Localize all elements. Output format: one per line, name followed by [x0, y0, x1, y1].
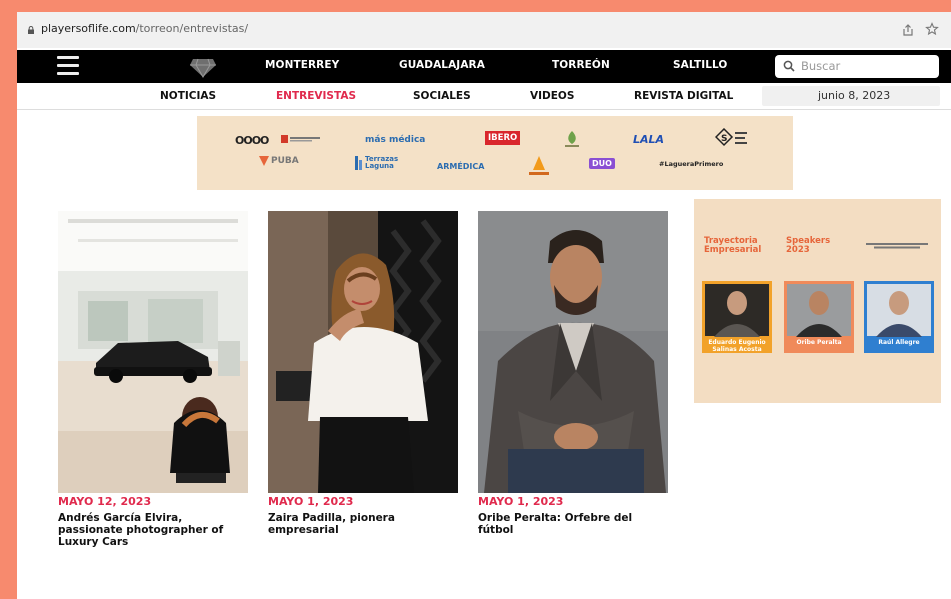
search-placeholder: Buscar	[801, 59, 841, 73]
sponsor-logo-lala: LALA	[633, 133, 665, 146]
article-date: MAYO 1, 2023	[478, 495, 564, 508]
sponsor-logo-duo: DUO	[589, 158, 615, 169]
speaker-photo	[784, 281, 854, 339]
nav-sociales[interactable]: SOCIALES	[413, 90, 471, 102]
sponsor-logo-s: S	[714, 127, 751, 150]
speaker-name: Oribe Peralta	[784, 339, 854, 353]
browser-page: playersoflife.com/torreon/entrevistas/ M…	[17, 12, 951, 599]
sponsor-logo-laguera: #LagueraPrimero	[659, 160, 724, 168]
nav-entrevistas[interactable]: ENTREVISTAS	[276, 90, 356, 102]
sponsor-logo-ibero: IBERO	[485, 131, 521, 145]
article-date: MAYO 1, 2023	[268, 495, 354, 508]
url-text[interactable]: playersoflife.com/torreon/entrevistas/	[41, 22, 248, 35]
sponsor-logo-terrazas: Terrazas Laguna	[355, 156, 405, 170]
nav-city-saltillo[interactable]: SALTILLO	[673, 59, 727, 71]
sponsor-logo-plant	[561, 128, 583, 150]
ad-heading-speakers: Speakers 2023	[786, 236, 831, 255]
nav-revista-digital[interactable]: REVISTA DIGITAL	[634, 90, 733, 102]
speaker-photo	[702, 281, 772, 339]
article-photo[interactable]	[478, 211, 668, 493]
sponsor-logo-club	[281, 134, 321, 144]
speaker-photo	[864, 281, 934, 339]
speaker-name: Raúl Allegre	[864, 339, 934, 353]
nav-city-monterrey[interactable]: MONTERREY	[265, 59, 339, 71]
article-title[interactable]: Andrés García Elvira, passionate photogr…	[58, 512, 248, 548]
nav-city-torreon[interactable]: TORREÓN	[552, 59, 610, 71]
menu-icon[interactable]	[57, 56, 79, 76]
speaker-card: Oribe Peralta	[784, 281, 854, 355]
sponsor-logo-mas-medica: más médica	[365, 135, 426, 145]
sponsor-logo-puba: PUBA	[259, 156, 299, 166]
sponsor-logo-flame	[525, 154, 553, 178]
photo-showroom-car	[58, 211, 248, 493]
article-title[interactable]: Zaira Padilla, pionera empresarial	[268, 512, 458, 536]
section-navigation: NOTICIAS ENTREVISTAS SOCIALES VIDEOS REV…	[17, 84, 951, 110]
address-bar[interactable]: playersoflife.com/torreon/entrevistas/	[17, 12, 951, 48]
article-date: MAYO 12, 2023	[58, 495, 152, 508]
sponsor-logo-puba-text: PUBA	[271, 156, 299, 166]
lock-icon	[28, 26, 34, 34]
sponsor-logo-audi: OOOO	[235, 134, 269, 147]
current-date-text: junio 8, 2023	[818, 89, 891, 102]
speaker-name: Eduardo Eugenio Salinas Acosta	[702, 339, 772, 353]
sponsor-banner[interactable]: OOOO más médica IBERO LALA S PUBA Terraz…	[197, 116, 793, 190]
search-box[interactable]: Buscar	[775, 55, 939, 78]
city-navigation: MONTERREY GUADALAJARA TORREÓN SALTILLO B…	[17, 50, 951, 83]
speakers-ad[interactable]: Trayectoria Empresarial Speakers 2023 Ed…	[694, 199, 941, 403]
search-icon	[783, 60, 795, 72]
nav-noticias[interactable]: NOTICIAS	[160, 90, 216, 102]
article-photo[interactable]	[268, 211, 458, 493]
speaker-card: Eduardo Eugenio Salinas Acosta	[702, 281, 772, 355]
share-icon[interactable]	[901, 23, 915, 37]
sponsor-logo-armedica: ARMÉDICA	[437, 162, 485, 171]
nav-city-guadalajara[interactable]: GUADALAJARA	[399, 59, 485, 71]
diamond-logo-icon[interactable]	[189, 56, 217, 78]
photo-businesswoman	[268, 211, 458, 493]
svg-text:S: S	[721, 134, 727, 144]
ad-heading-trayectoria: Trayectoria Empresarial	[704, 236, 762, 255]
article-photo[interactable]	[58, 211, 248, 493]
star-icon[interactable]	[925, 22, 939, 36]
speaker-card: Raúl Allegre	[864, 281, 934, 355]
article-title[interactable]: Oribe Peralta: Orfebre del fútbol	[478, 512, 668, 536]
ad-small-caption-bars	[866, 243, 928, 249]
photo-footballer	[478, 211, 668, 493]
nav-videos[interactable]: VIDEOS	[530, 90, 574, 102]
url-path: /torreon/entrevistas/	[135, 22, 249, 35]
current-date: junio 8, 2023	[762, 86, 940, 106]
url-domain: playersoflife.com	[41, 22, 136, 35]
sponsor-logo-terrazas-text: Terrazas Laguna	[365, 155, 399, 170]
